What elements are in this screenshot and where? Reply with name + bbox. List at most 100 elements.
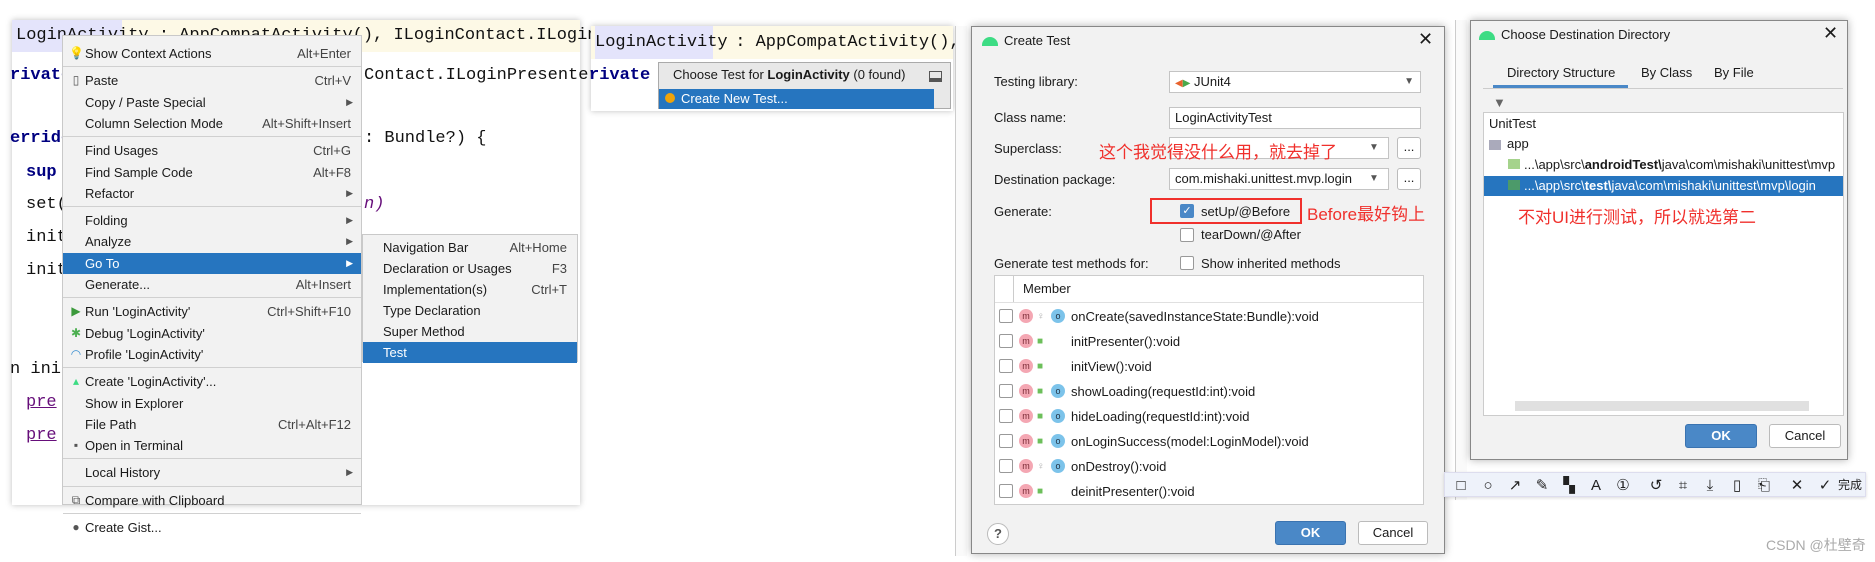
testing-library-select[interactable]: ◀▶ JUnit4 ▼ [1169, 71, 1421, 93]
superclass-browse-button[interactable]: ... [1397, 137, 1421, 159]
submenu-item[interactable]: Super Method [363, 321, 577, 342]
phone-icon[interactable]: ▯ [1725, 473, 1749, 498]
show-inherited-label: Show inherited methods [1201, 256, 1341, 271]
watermark: CSDN @杜壁奇 [1766, 537, 1866, 553]
menu-item[interactable]: ▶ Run 'LoginActivity' Ctrl+Shift+F10 [63, 301, 361, 322]
destination-package-input[interactable]: com.mishaki.unittest.mvp.login [1169, 168, 1389, 190]
submenu-item[interactable]: Test [363, 342, 577, 363]
cancel-button[interactable]: Cancel [1769, 424, 1841, 448]
menu-item[interactable]: 💡 Show Context Actions Alt+Enter [63, 43, 361, 64]
menu-item[interactable]: Analyze ▶ [63, 231, 361, 252]
destination-browse-button[interactable]: ... [1397, 168, 1421, 190]
annotation-box [1150, 198, 1302, 224]
menu-item-label: Create Gist... [85, 520, 162, 535]
annotation-directory: 不对UI进行测试，所以就选第二 [1518, 208, 1756, 227]
member-row[interactable]: m ♀ o onCreate(savedInstanceState:Bundle… [995, 304, 1423, 329]
member-checkbox[interactable] [999, 309, 1013, 323]
tab-by-file[interactable]: By File [1714, 65, 1754, 80]
menu-item[interactable]: ◠ Profile 'LoginActivity' [63, 344, 361, 365]
menu-item[interactable]: Find Sample Code Alt+F8 [63, 162, 361, 183]
tree-root[interactable]: UnitTest [1489, 116, 1536, 131]
pin-icon[interactable] [929, 71, 942, 82]
menu-item[interactable]: ● Create Gist... [63, 517, 361, 538]
member-row[interactable]: m ■ o onLoginSuccess(model:LoginModel):v… [995, 429, 1423, 454]
menu-item[interactable]: Go To ▶ [63, 252, 361, 274]
unlock-icon: ■ [1037, 386, 1044, 397]
bookmark-icon[interactable]: ⎗ [1752, 473, 1776, 498]
horizontal-scrollbar[interactable] [1515, 401, 1809, 411]
number-icon[interactable]: ① [1611, 473, 1635, 498]
undo-icon[interactable]: ↺ [1644, 473, 1668, 498]
teardown-checkbox[interactable] [1180, 228, 1194, 242]
tab-by-class[interactable]: By Class [1641, 65, 1692, 80]
submenu-item[interactable]: Navigation Bar Alt+Home [363, 237, 577, 258]
menu-item[interactable]: Show in Explorer [63, 393, 361, 414]
menu-item[interactable]: ▪ Open in Terminal [63, 435, 361, 456]
menu-item-label: Refactor [85, 185, 135, 201]
cancel-button[interactable]: Cancel [1358, 521, 1428, 545]
ok-button[interactable]: OK [1685, 424, 1757, 448]
done-button[interactable]: 完成 [1835, 473, 1865, 498]
arrow-icon[interactable]: ↗ [1503, 473, 1527, 498]
member-checkbox[interactable] [999, 434, 1013, 448]
menu-item[interactable]: Local History ▶ [63, 462, 361, 483]
download-icon[interactable]: ⤓ [1698, 473, 1722, 498]
menu-item[interactable]: Refactor ▶ [63, 183, 361, 204]
tree-dir-row-selected[interactable]: ...\app\src\test\java\com\mishaki\unitte… [1484, 176, 1843, 196]
rectangle-icon[interactable]: □ [1449, 473, 1473, 498]
close-icon[interactable]: ✕ [1823, 23, 1838, 44]
help-button[interactable]: ? [987, 523, 1009, 545]
class-name-input[interactable]: LoginActivityTest [1169, 107, 1421, 129]
filter-icon[interactable]: ▼ [1493, 95, 1506, 110]
menu-item-shortcut: Ctrl+Shift+F10 [267, 304, 351, 320]
choose-directory-dialog: Choose Destination Directory ✕ Directory… [1470, 20, 1848, 460]
tree-module[interactable]: app [1507, 136, 1529, 151]
menu-item[interactable]: Folding ▶ [63, 210, 361, 231]
member-row[interactable]: m ■ initView():void [995, 354, 1423, 379]
menu-separator [63, 513, 361, 514]
member-checkbox[interactable] [999, 459, 1013, 473]
menu-item[interactable]: ⧉ Compare with Clipboard [63, 490, 361, 511]
menu-item[interactable]: Find Usages Ctrl+G [63, 140, 361, 161]
member-row[interactable]: m ■ deinitPresenter():void [995, 479, 1423, 504]
annotation-before: Before最好钩上 [1307, 205, 1426, 224]
member-row[interactable]: m ■ o showLoading(requestId:int):void [995, 379, 1423, 404]
member-checkbox[interactable] [999, 409, 1013, 423]
menu-item[interactable]: Copy / Paste Special ▶ [63, 92, 361, 113]
tab-directory-structure[interactable]: Directory Structure [1507, 65, 1615, 80]
ok-button[interactable]: OK [1275, 521, 1346, 545]
submenu-item[interactable]: Implementation(s) Ctrl+T [363, 279, 577, 300]
menu-item[interactable]: ✱ Debug 'LoginActivity' [63, 323, 361, 344]
circle-icon[interactable]: ○ [1476, 473, 1500, 498]
show-inherited-checkbox[interactable] [1180, 256, 1194, 270]
submenu-item[interactable]: Type Declaration [363, 300, 577, 321]
menu-item-label: Super Method [383, 324, 465, 339]
check-icon[interactable]: ✓ [1813, 473, 1837, 498]
member-checkbox[interactable] [999, 359, 1013, 373]
menu-item[interactable]: Generate... Alt+Insert [63, 274, 361, 295]
menu-item[interactable]: ▯ Paste Ctrl+V [63, 70, 361, 91]
code-line: : Bundle?) { [364, 129, 487, 148]
member-row[interactable]: m ■ initPresenter():void [995, 329, 1423, 354]
chevron-down-icon[interactable]: ▼ [1369, 142, 1379, 153]
key-icon: ♀ [1037, 311, 1045, 322]
close-icon[interactable]: ✕ [1418, 29, 1433, 50]
member-checkbox[interactable] [999, 334, 1013, 348]
menu-item[interactable]: File Path Ctrl+Alt+F12 [63, 414, 361, 435]
member-checkbox[interactable] [999, 384, 1013, 398]
menu-item[interactable]: ▴ Create 'LoginActivity'... [63, 371, 361, 392]
mosaic-icon[interactable]: ▚ [1557, 473, 1581, 498]
member-row[interactable]: m ■ o hideLoading(requestId:int):void [995, 404, 1423, 429]
member-row[interactable]: m ♀ o onDestroy():void [995, 454, 1423, 479]
code-line: n) [364, 195, 385, 214]
create-new-test-item[interactable]: Create New Test... [659, 89, 934, 109]
pencil-icon[interactable]: ✎ [1530, 473, 1554, 498]
menu-item[interactable]: Column Selection Mode Alt+Shift+Insert [63, 113, 361, 134]
submenu-item[interactable]: Declaration or Usages F3 [363, 258, 577, 279]
pin-icon[interactable]: ⌗ [1671, 473, 1695, 498]
tree-dir-row[interactable]: ...\app\src\androidTest\java\com\mishaki… [1484, 155, 1843, 175]
member-checkbox[interactable] [999, 484, 1013, 498]
text-icon[interactable]: A [1584, 473, 1608, 498]
close-icon[interactable]: ✕ [1785, 473, 1809, 498]
chevron-down-icon[interactable]: ▼ [1369, 173, 1379, 184]
